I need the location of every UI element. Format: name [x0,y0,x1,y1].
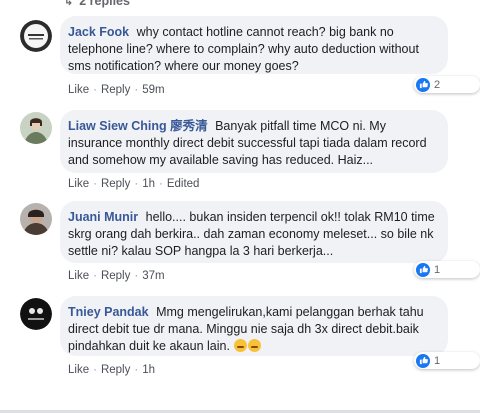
reaction-count[interactable]: 2 [414,76,480,93]
commenter-name[interactable]: Jack Fook [68,25,129,39]
reaction-count[interactable]: 1 [414,261,480,278]
comment-bubble: Juani Munir hello.... bukan insiden terp… [60,201,448,263]
timestamp[interactable]: 37m [142,270,164,282]
like-link[interactable]: Like [68,364,89,376]
reply-link[interactable]: Reply [101,364,130,376]
commenter-name[interactable]: Juani Munir [68,210,138,224]
reply-arrow-icon: ↳ [64,0,74,8]
comment-bubble: Liaw Siew Ching 廖秀清 Banyak pitfall time … [60,110,448,173]
like-reaction-icon [416,77,430,92]
reply-link[interactable]: Reply [101,84,130,96]
tired-face-emoji-icon [248,339,262,352]
timestamp[interactable]: 1h [142,364,155,376]
like-reaction-icon [416,353,430,368]
like-link[interactable]: Like [68,178,89,190]
avatar[interactable] [20,112,52,144]
replies-count: 2 replies [79,0,130,8]
comment-bubble: Tniey Pandak Mmg mengelirukan,kami pelan… [60,296,448,356]
timestamp[interactable]: 1h [142,178,155,190]
avatar[interactable] [20,203,52,235]
reaction-count[interactable]: 1 [414,352,480,369]
avatar[interactable] [20,20,52,52]
comment-actions: Like · Reply · 1h · Edited [68,178,200,190]
commenter-name[interactable]: Tniey Pandak [68,305,149,319]
comment-actions: Like · Reply · 1h [68,364,155,376]
comment-actions: Like · Reply · 59m [68,84,165,96]
avatar[interactable] [20,298,52,330]
comment-actions: Like · Reply · 37m [68,270,165,282]
like-link[interactable]: Like [68,84,89,96]
view-replies-link[interactable]: ↳ 2 replies [64,0,130,8]
timestamp[interactable]: 59m [142,84,164,96]
reply-link[interactable]: Reply [101,270,130,282]
edited-label[interactable]: Edited [167,178,200,190]
comment-bubble: Jack Fook why contact hotline cannot rea… [60,16,448,74]
reply-link[interactable]: Reply [101,178,130,190]
commenter-name[interactable]: Liaw Siew Ching 廖秀清 [68,119,208,133]
like-reaction-icon [416,262,430,277]
tired-face-emoji-icon [234,339,248,352]
like-link[interactable]: Like [68,270,89,282]
